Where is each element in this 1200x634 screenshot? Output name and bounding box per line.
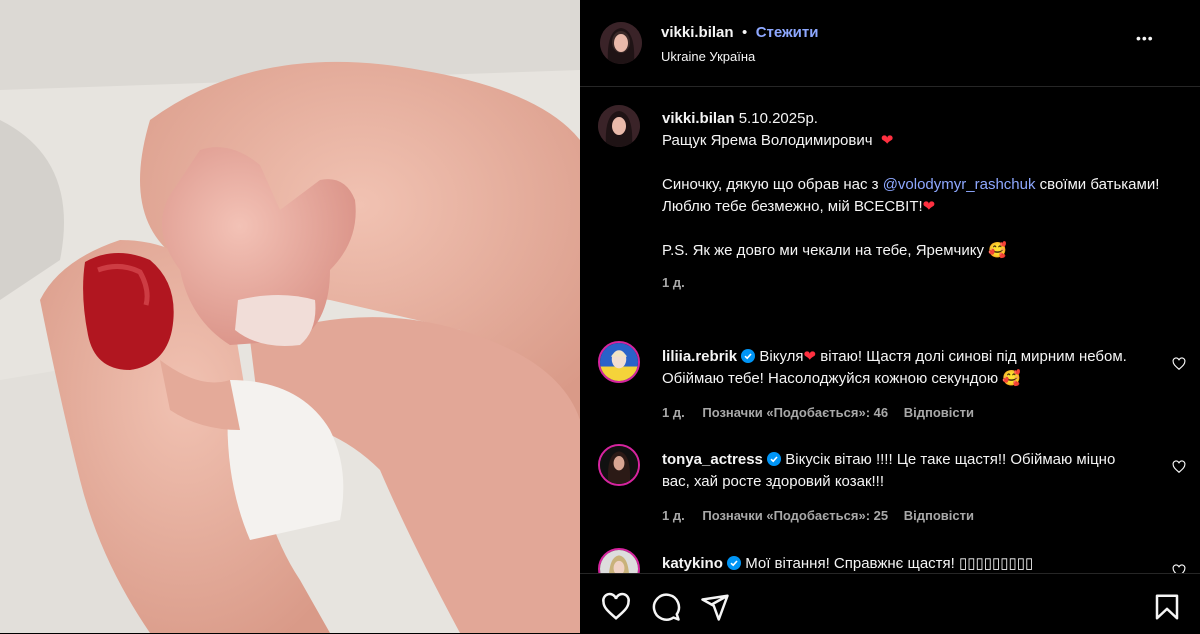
comment-item: katykino Мої вітання! Справжнє щастя! ▯▯… — [662, 553, 1142, 575]
comment-item: liliia.rebrik Вікуля❤ вітаю! Щастя долі … — [662, 346, 1142, 424]
comment-likes[interactable]: Позначки «Подобається»: 46 — [702, 405, 888, 420]
comment-meta: 1 д. Позначки «Подобається»: 46 Відповіс… — [662, 402, 1142, 424]
caption-line-2: Синочку, дякую що обрав нас з @volodymyr… — [662, 174, 1162, 196]
comment-icon[interactable] — [651, 592, 681, 622]
avatar[interactable] — [600, 22, 642, 64]
post-header: vikki.bilan • Стежити Ukraine Україна ••… — [580, 0, 1200, 87]
heart-emoji-icon: ❤ — [876, 132, 894, 149]
smiling-hearts-emoji-icon: 🥰 — [1002, 370, 1021, 387]
avatar-image — [600, 343, 638, 381]
avatar-image — [600, 22, 642, 64]
comment-username[interactable]: liliia.rebrik — [662, 348, 737, 365]
caption-line-4: P.S. Як же довго ми чекали на тебе, Ярем… — [662, 240, 1162, 262]
comment-likes[interactable]: Позначки «Подобається»: 25 — [702, 508, 888, 523]
baby-hand-photo — [0, 0, 580, 633]
reply-button[interactable]: Відповісти — [904, 508, 974, 523]
dot-separator: • — [742, 24, 748, 41]
caption-text: P.S. Як же довго ми чекали на тебе, Ярем… — [662, 242, 984, 259]
verified-icon — [727, 556, 742, 570]
share-icon[interactable] — [700, 592, 730, 622]
caption: vikki.bilan 5.10.2025р. Ращук Ярема Воло… — [662, 108, 1162, 294]
heart-emoji-icon: ❤ — [803, 348, 817, 365]
caption-line-3: Люблю тебе безмежно, мій ВСЕСВІТ!❤ — [662, 196, 1162, 218]
heart-icon[interactable] — [1172, 357, 1186, 371]
caption-username[interactable]: vikki.bilan — [662, 110, 735, 127]
comment-text: Вікуля — [759, 348, 804, 365]
header-username[interactable]: vikki.bilan — [661, 24, 734, 41]
post-photo[interactable] — [0, 0, 580, 633]
header-user-row: vikki.bilan • Стежити — [661, 24, 818, 42]
comment-item: tonya_actress Вікусік вітаю !!!! Це таке… — [662, 449, 1142, 527]
mention-link[interactable]: @volodymyr_rashchuk — [883, 176, 1036, 193]
heart-icon[interactable] — [601, 592, 631, 622]
heart-emoji-icon: ❤ — [922, 198, 936, 215]
location-link[interactable]: Ukraine Україна — [661, 49, 755, 64]
caption-text: Синочку, дякую що обрав нас з — [662, 176, 883, 193]
heart-icon[interactable] — [1172, 460, 1186, 474]
comment-time: 1 д. — [662, 405, 685, 420]
comment-text: Мої вітання! Справжнє щастя! ▯▯▯▯▯▯▯▯▯ — [745, 555, 1034, 572]
comment-username[interactable]: tonya_actress — [662, 451, 763, 468]
caption-text: своїми батьками! — [1035, 176, 1160, 193]
comment-avatar[interactable] — [598, 444, 640, 486]
caption-header: vikki.bilan 5.10.2025р. — [662, 108, 1162, 130]
avatar-image — [600, 446, 638, 484]
smiling-hearts-emoji-icon: 🥰 — [988, 242, 1007, 259]
caption-name-text: Ращук Ярема Володимирович — [662, 132, 873, 149]
caption-time: 1 д. — [662, 275, 685, 290]
action-bar — [580, 573, 1200, 634]
more-icon[interactable]: ••• — [1136, 30, 1154, 46]
comment-meta: 1 д. Позначки «Подобається»: 25 Відповіс… — [662, 505, 1142, 527]
follow-button[interactable]: Стежити — [756, 24, 819, 41]
comment-username[interactable]: katykino — [662, 555, 723, 572]
post-viewer: vikki.bilan • Стежити Ukraine Україна ••… — [0, 0, 1200, 634]
caption-avatar[interactable] — [598, 105, 640, 147]
reply-button[interactable]: Відповісти — [904, 405, 974, 420]
caption-line-1: Ращук Ярема Володимирович ❤ — [662, 130, 1162, 152]
caption-date: 5.10.2025р. — [738, 110, 818, 127]
verified-icon — [741, 349, 756, 363]
caption-text: Люблю тебе безмежно, мій ВСЕСВІТ! — [662, 198, 923, 215]
comment-time: 1 д. — [662, 508, 685, 523]
bookmark-icon[interactable] — [1152, 592, 1182, 622]
comment-avatar[interactable] — [598, 341, 640, 383]
post-details: vikki.bilan • Стежити Ukraine Україна ••… — [580, 0, 1200, 634]
avatar-image — [598, 105, 640, 147]
verified-icon — [767, 452, 782, 466]
